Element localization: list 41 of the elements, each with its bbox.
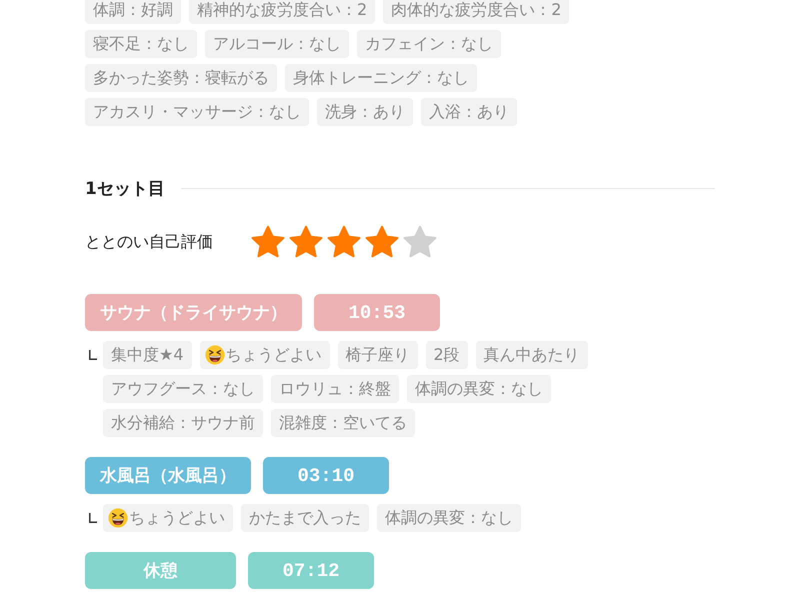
- condition-tag: 入浴：あり: [421, 98, 517, 126]
- detail-tag: 水分補給：サウナ前: [103, 409, 263, 437]
- duration-badge: 10:53: [314, 294, 440, 331]
- filled-star-icon: [326, 224, 362, 260]
- branch-icon: [89, 350, 97, 360]
- condition-tag: 体調：好調: [85, 0, 181, 24]
- condition-tag: アカスリ・マッサージ：なし: [85, 98, 309, 126]
- empty-star-icon: [402, 224, 438, 260]
- condition-tag: 洗身：あり: [317, 98, 413, 126]
- step-name-badge: 水風呂（水風呂）: [85, 457, 251, 494]
- condition-tag: カフェイン：なし: [357, 30, 501, 58]
- duration-badge: 07:12: [248, 552, 374, 589]
- detail-tag: 椅子座り: [338, 341, 418, 369]
- filled-star-icon: [364, 224, 400, 260]
- grinning-squint-face-icon: [108, 508, 128, 528]
- detail-tag: 2段: [426, 341, 468, 369]
- grinning-squint-face-icon: [204, 345, 225, 365]
- filled-star-icon: [288, 224, 324, 260]
- detail-tag: かたまで入った: [241, 504, 369, 532]
- detail-tag: ロウリュ：終盤: [271, 375, 399, 403]
- step-name-badge: 休憩: [85, 552, 236, 589]
- condition-tag: 身体トレーニング：なし: [285, 64, 477, 92]
- detail-tag: 体調の異変：なし: [377, 504, 521, 532]
- condition-tag: 精神的な疲労度合い：2: [189, 0, 376, 24]
- detail-tag: 真ん中あたり: [476, 341, 588, 369]
- filled-star-icon: [250, 224, 286, 260]
- mood-text: ちょうどよい: [129, 508, 225, 528]
- rating-label: ととのい自己評価: [85, 232, 213, 252]
- detail-tag: 集中度★4: [103, 341, 192, 369]
- mood-text: ちょうどよい: [226, 344, 322, 366]
- set-title: 1セット目: [85, 178, 165, 200]
- duration-badge: 03:10: [263, 457, 389, 494]
- condition-tag: 肉体的な疲労度合い：2: [383, 0, 570, 24]
- step-name-badge: サウナ（ドライサウナ）: [85, 294, 302, 331]
- branch-icon: [89, 513, 97, 523]
- condition-tag: 多かった姿勢：寝転がる: [85, 64, 277, 92]
- condition-tag: 寝不足：なし: [85, 30, 197, 58]
- detail-tag: 混雑度：空いてる: [271, 409, 415, 437]
- condition-tag: アルコール：なし: [205, 30, 349, 58]
- detail-tag: アウフグース：なし: [103, 375, 263, 403]
- detail-tag: 体調の異変：なし: [407, 375, 551, 403]
